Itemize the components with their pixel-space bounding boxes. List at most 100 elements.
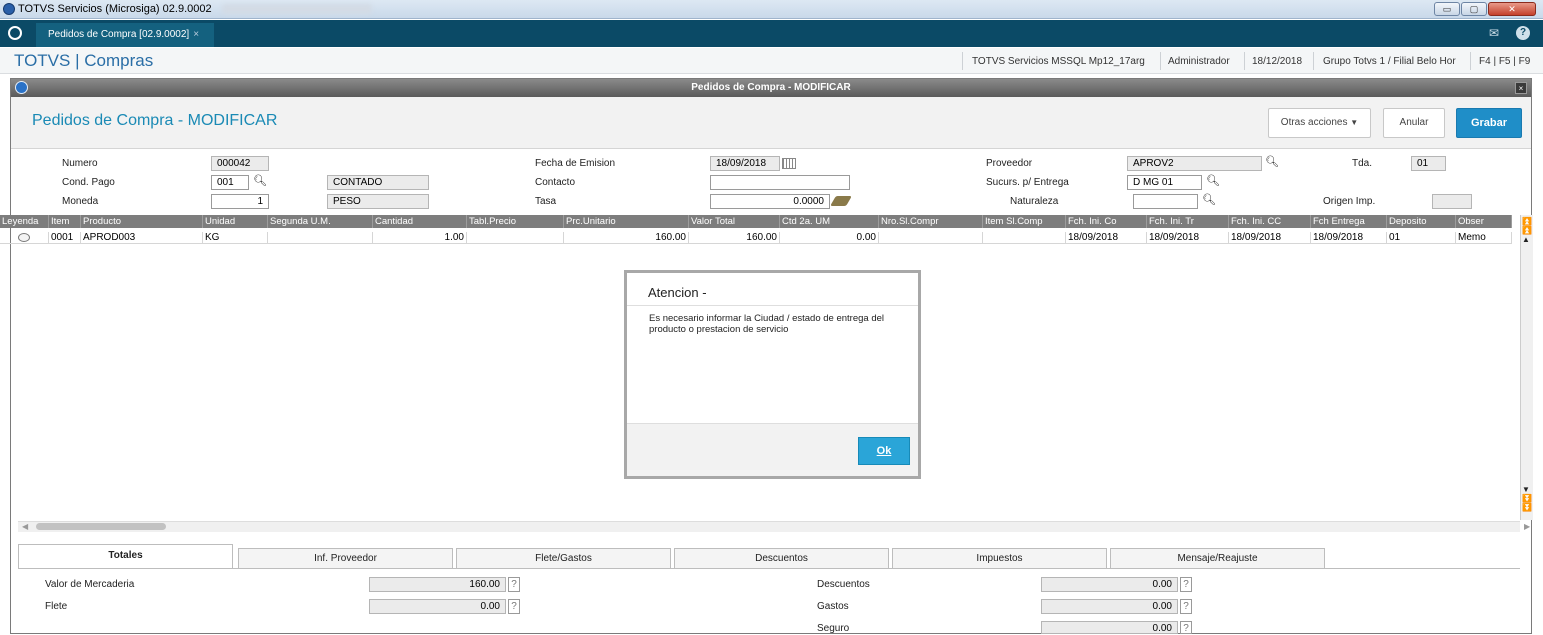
divider — [1470, 52, 1471, 70]
scroll-left-icon[interactable]: ◀ — [22, 522, 28, 531]
column-header[interactable]: Ctd 2a. UM — [780, 215, 879, 228]
column-header[interactable]: Valor Total — [689, 215, 780, 228]
column-header[interactable]: Prc.Unitario — [564, 215, 689, 228]
tab-descuentos[interactable]: Descuentos — [674, 548, 889, 568]
tab-close-icon[interactable]: × — [193, 29, 199, 40]
column-header[interactable]: Unidad — [203, 215, 268, 228]
tab-pedidos-compra[interactable]: Pedidos de Compra [02.9.0002] × — [36, 23, 214, 47]
help-icon[interactable]: ? — [508, 599, 520, 614]
divider — [1313, 52, 1314, 70]
grid-cell-fch-ini-co[interactable]: 18/09/2018 — [1066, 232, 1147, 244]
grid-cell-item-sl[interactable] — [983, 232, 1066, 244]
fecha-emision-field[interactable]: 18/09/2018 — [710, 156, 780, 171]
grid-cell-valor-total[interactable]: 160.00 — [689, 232, 780, 244]
vertical-scrollbar[interactable] — [1520, 215, 1533, 520]
origen-field[interactable] — [1432, 194, 1472, 209]
help-icon[interactable]: ? — [508, 577, 520, 592]
tasa-label: Tasa — [535, 196, 557, 207]
save-button[interactable]: Grabar — [1456, 108, 1522, 138]
grid-cell-obser[interactable]: Memo — [1456, 232, 1512, 244]
help-icon[interactable]: ? — [1180, 599, 1192, 614]
column-header[interactable]: Item — [49, 215, 81, 228]
status-legend-icon[interactable] — [0, 232, 49, 244]
tda-field[interactable]: 01 — [1411, 156, 1446, 171]
tab-impuestos[interactable]: Impuestos — [892, 548, 1107, 568]
cancel-button[interactable]: Anular — [1383, 108, 1445, 138]
proveedor-field[interactable]: APROV2 — [1127, 156, 1262, 171]
cond-pago-desc: CONTADO — [327, 175, 429, 190]
mail-icon[interactable]: ✉ — [1489, 26, 1499, 40]
grid-cell-segunda-um[interactable] — [268, 232, 373, 244]
tab-flete-gastos[interactable]: Flete/Gastos — [456, 548, 671, 568]
contacto-field[interactable] — [710, 175, 850, 190]
help-icon[interactable]: ? — [1516, 26, 1530, 40]
ok-button[interactable]: Ok — [858, 437, 910, 465]
blurred-title-suffix: TOTVS Developer Studio 11.3 — [222, 4, 372, 14]
grid-cell-nro-sl[interactable] — [879, 232, 983, 244]
window-close-icon[interactable]: × — [1515, 82, 1527, 94]
grid-cell-tabl-precio[interactable] — [467, 232, 564, 244]
help-icon[interactable]: ? — [1180, 577, 1192, 592]
seguro-label: Seguro — [817, 623, 850, 634]
user-info: Administrador — [1168, 56, 1230, 67]
column-header[interactable]: Fch. Ini. CC — [1229, 215, 1311, 228]
column-header[interactable]: Deposito — [1387, 215, 1456, 228]
scroll-right-icon[interactable]: ▶ — [1524, 522, 1530, 531]
moneda-label: Moneda — [62, 196, 99, 207]
grid-cell-prc-unitario[interactable]: 160.00 — [564, 232, 689, 244]
totvs-logo-icon — [8, 26, 22, 40]
search-icon[interactable]: 🔍︎ — [1202, 193, 1216, 206]
horizontal-scrollbar[interactable] — [18, 521, 1520, 532]
column-header[interactable]: Fch Entrega — [1311, 215, 1387, 228]
cond-pago-label: Cond. Pago — [62, 177, 115, 188]
tab-totales[interactable]: Totales — [18, 544, 233, 568]
moneda-field[interactable]: 1 — [211, 194, 269, 209]
dialog-title: Atencion - — [648, 285, 707, 300]
column-header[interactable]: Item Sl.Comp — [983, 215, 1066, 228]
grid-cell-cantidad[interactable]: 1.00 — [373, 232, 467, 244]
column-header[interactable]: Producto — [81, 215, 203, 228]
maximize-button[interactable]: ▢ — [1461, 2, 1487, 16]
close-window-button[interactable]: ✕ — [1488, 2, 1536, 16]
other-actions-button[interactable]: Otras acciones ▼ — [1268, 108, 1371, 138]
grid-cell-fch-ini-cc[interactable]: 18/09/2018 — [1229, 232, 1311, 244]
search-icon[interactable]: 🔍︎ — [253, 174, 267, 187]
grid-cell-item[interactable]: 0001 — [49, 232, 81, 244]
column-header[interactable]: Cantidad — [373, 215, 467, 228]
column-header[interactable]: Obser — [1456, 215, 1512, 228]
grid-cell-fch-entrega[interactable]: 18/09/2018 — [1311, 232, 1387, 244]
valor-mercaderia-field: 160.00 — [369, 577, 506, 592]
calendar-icon[interactable] — [782, 158, 796, 169]
grid-cell-deposito[interactable]: 01 — [1387, 232, 1456, 244]
sucursal-field[interactable]: D MG 01 — [1127, 175, 1202, 190]
tab-mensaje-reajuste[interactable]: Mensaje/Reajuste — [1110, 548, 1325, 568]
cond-pago-field[interactable]: 001 — [211, 175, 249, 190]
grid-cell-ctd-2a[interactable]: 0.00 — [780, 232, 879, 244]
column-header[interactable]: Fch. Ini. Tr — [1147, 215, 1229, 228]
dialog-footer: Ok — [627, 423, 918, 476]
column-header[interactable]: Leyenda — [0, 215, 49, 228]
app-header: TOTVS | Compras TOTVS Servicios MSSQL Mp… — [0, 48, 1543, 74]
horizontal-scroll-thumb[interactable] — [36, 523, 166, 530]
tab-inf-proveedor[interactable]: Inf. Proveedor — [238, 548, 453, 568]
scroll-top-icon[interactable]: ⏫ ⏫ ▲ — [1522, 217, 1532, 244]
column-header[interactable]: Tabl.Precio — [467, 215, 564, 228]
chevron-down-icon: ▼ — [1350, 118, 1359, 127]
os-window-title: TOTVS Servicios (Microsiga) 02.9.0002 — [18, 3, 212, 15]
moneda-desc: PESO — [327, 194, 429, 209]
help-icon[interactable]: ? — [1180, 621, 1192, 634]
grid-cell-unidad[interactable]: KG — [203, 232, 268, 244]
numero-field[interactable]: 000042 — [211, 156, 269, 171]
naturaleza-label: Naturaleza — [1010, 196, 1059, 207]
scroll-bottom-icon[interactable]: ▼ ⏬ ⏬ — [1522, 485, 1532, 512]
column-header[interactable]: Segunda U.M. — [268, 215, 373, 228]
column-header[interactable]: Fch. Ini. Co — [1066, 215, 1147, 228]
column-header[interactable]: Nro.Sl.Compr — [879, 215, 983, 228]
search-icon[interactable]: 🔍︎ — [1265, 155, 1279, 168]
grid-cell-producto[interactable]: APROD003 — [81, 232, 203, 244]
naturaleza-field[interactable] — [1133, 194, 1198, 209]
minimize-button[interactable]: ▭ — [1434, 2, 1460, 16]
tasa-field[interactable]: 0.0000 — [710, 194, 830, 209]
search-icon[interactable]: 🔍︎ — [1206, 174, 1220, 187]
grid-cell-fch-ini-tr[interactable]: 18/09/2018 — [1147, 232, 1229, 244]
